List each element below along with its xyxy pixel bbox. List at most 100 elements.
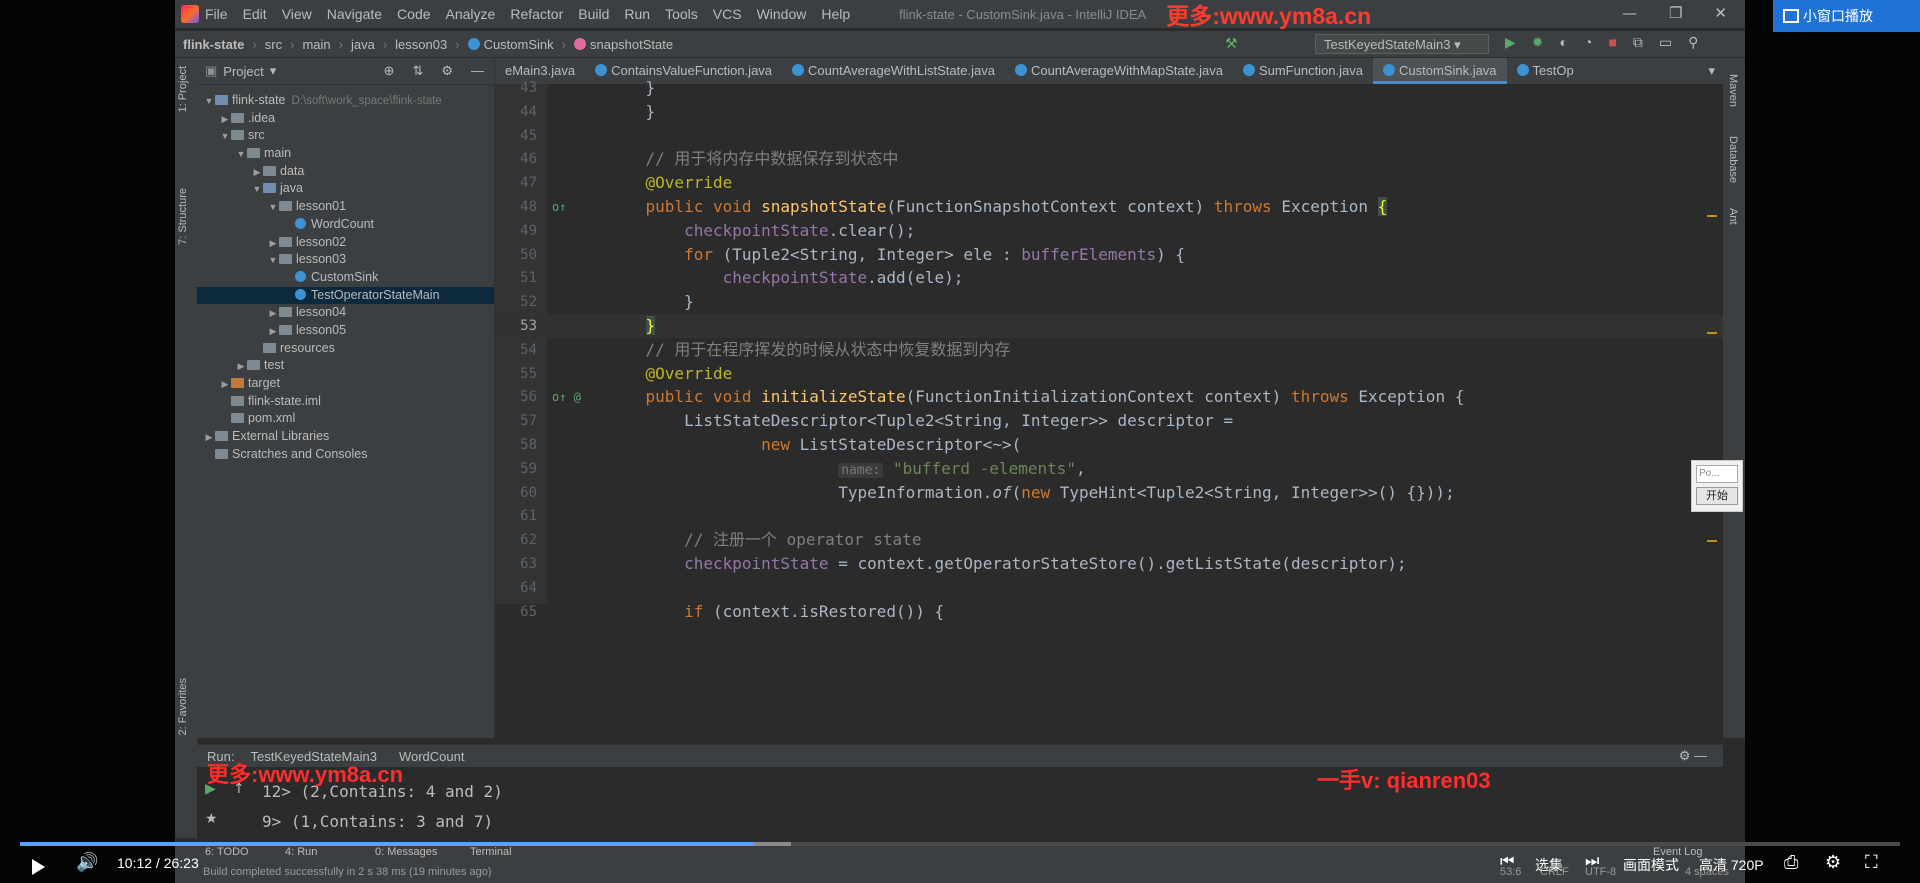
tool-tab-structure[interactable]: 7: Structure [177,188,189,245]
chevron-right-icon[interactable]: ▶ [267,323,279,341]
minimize-icon[interactable]: — [1622,4,1637,22]
chevron-right-icon[interactable]: ▶ [235,358,247,376]
code-line[interactable]: 48 public void snapshotState(FunctionSna… [495,195,1745,219]
tool-tab-database[interactable]: Database [1727,136,1739,183]
override-marker-icon[interactable]: o↑ @ [552,385,581,409]
tree-item[interactable]: Scratches and Consoles [197,446,494,464]
tree-item[interactable]: pom.xml [197,410,494,428]
locate-icon[interactable]: ⊕ [384,63,395,79]
menu-tools[interactable]: Tools [665,6,698,22]
menu-view[interactable]: View [282,6,312,22]
breadcrumb-method[interactable]: snapshotState [573,37,673,52]
project-panel-title[interactable]: Project [223,64,263,79]
code-line[interactable]: 56 public void initializeState(FunctionI… [495,385,1745,409]
menu-vcs[interactable]: VCS [713,6,742,22]
search-icon[interactable]: ⚲ [1688,34,1698,51]
fullscreen-icon[interactable]: ⛶ [1865,852,1878,873]
next-icon[interactable]: ⏭ [1585,853,1599,871]
code-line[interactable]: 63 checkpointState = context.getOperator… [495,552,1745,576]
layout-icon[interactable]: ▭ [1659,34,1672,51]
chevron-down-icon[interactable]: ▼ [203,93,215,111]
chevron-down-icon[interactable]: ▼ [267,199,279,217]
code-line[interactable]: 61 [495,504,1745,528]
tool-tab-maven[interactable]: Maven [1727,74,1739,107]
breadcrumb-lesson03[interactable]: lesson03 [395,37,447,52]
tool-tab-project[interactable]: 1: Project [177,66,189,112]
collapse-icon[interactable]: ⇅ [412,63,423,79]
build-hammer-icon[interactable]: ⚒ [1225,35,1238,52]
tree-item[interactable]: ▶ test [197,357,494,375]
hide-icon[interactable]: — [471,63,484,79]
menu-file[interactable]: File [205,6,228,22]
coverage-icon[interactable]: ◐ [1560,34,1568,51]
code-line[interactable]: 43 } [495,76,1745,100]
code-editor[interactable]: 43 } 44 } 45 46 // 用于将内存中数据保存到状态中 47 @Overri… [495,78,1745,621]
code-line[interactable]: 65 if (context.isRestored()) { [495,600,1745,624]
structure-icon[interactable]: ⧉ [1633,34,1643,51]
tree-item[interactable]: ▶ data [197,163,494,181]
breadcrumb-main[interactable]: main [302,37,330,52]
menu-help[interactable]: Help [821,6,850,22]
mini-window-button[interactable]: 小窗口播放 [1773,0,1920,32]
code-line[interactable]: 64 [495,576,1745,600]
pin-tab-icon[interactable]: ★ [205,811,218,827]
code-line[interactable]: 59 name: "bufferd -elements", [495,457,1745,481]
tree-item[interactable]: WordCount [197,216,494,234]
popup-input[interactable]: Po... [1696,465,1738,483]
tree-item[interactable]: ▼ java [197,180,494,198]
start-button[interactable]: 开始 [1696,487,1738,505]
tool-tab-ant[interactable]: Ant [1727,208,1739,225]
tree-item[interactable]: ▼ lesson01 [197,198,494,216]
tree-item[interactable]: ▶ .idea [197,110,494,128]
chevron-down-icon[interactable]: ▼ [235,146,247,164]
breadcrumb-java[interactable]: java [351,37,375,52]
code-line[interactable]: 58 new ListStateDescriptor<~>( [495,433,1745,457]
menu-refactor[interactable]: Refactor [510,6,563,22]
gear-icon[interactable]: ⚙ [441,63,453,79]
run-config-select[interactable]: TestKeyedStateMain3 ▾ [1315,34,1489,54]
tree-item[interactable]: resources [197,340,494,358]
restore-icon[interactable]: ❐ [1669,4,1682,22]
code-line[interactable]: 50 for (Tuple2<String, Integer> ele : bu… [495,243,1745,267]
tree-item[interactable]: ▶ lesson05 [197,322,494,340]
tree-item[interactable]: ▼ main [197,145,494,163]
code-line[interactable]: 46 // 用于将内存中数据保存到状态中 [495,147,1745,171]
code-line[interactable]: 54 // 用于在程序挥发的时候从状态中恢复数据到内存 [495,338,1745,362]
code-line[interactable]: 51 checkpointState.add(ele); [495,266,1745,290]
code-line[interactable]: 55 @Override [495,362,1745,386]
menu-edit[interactable]: Edit [243,6,267,22]
warning-marker[interactable] [1707,215,1717,217]
menu-build[interactable]: Build [578,6,609,22]
video-progress-bar[interactable] [20,842,1900,846]
tree-item[interactable]: TestOperatorStateMain [197,286,494,305]
run-icon[interactable]: ▶ [1505,34,1516,51]
warning-marker[interactable] [1707,332,1717,334]
code-line[interactable]: 57 ListStateDescriptor<Tuple2<String, In… [495,409,1745,433]
code-line[interactable]: 45 [495,124,1745,148]
menu-navigate[interactable]: Navigate [327,6,382,22]
quality-button[interactable]: 高清 720P [1699,855,1764,875]
code-line[interactable]: 44 } [495,100,1745,124]
run-tab-wordcount[interactable]: WordCount [399,749,465,764]
breadcrumb-class[interactable]: CustomSink [467,37,554,52]
select-episode-button[interactable]: 选集 [1535,855,1563,875]
tree-item[interactable]: ▼ src [197,127,494,145]
tree-item[interactable]: ▶ External Libraries [197,428,494,446]
tree-item[interactable]: ▼ flink-state D:\soft\work_space\flink-sta… [197,92,494,110]
menu-code[interactable]: Code [397,6,430,22]
chevron-down-icon[interactable]: ▼ [251,181,263,199]
chevron-right-icon[interactable]: ▶ [267,305,279,323]
code-line[interactable]: 62 // 注册一个 operator state [495,528,1745,552]
picture-mode-button[interactable]: 画面模式 [1623,855,1679,875]
breadcrumb-project[interactable]: flink-state [183,37,244,52]
screenshot-icon[interactable]: ⎙ [1784,852,1798,873]
debug-icon[interactable]: ✹ [1532,34,1544,51]
menu-run[interactable]: Run [624,6,650,22]
volume-icon[interactable]: 🔊 [76,852,98,873]
profile-icon[interactable]: ◔ [1584,34,1592,51]
tree-item[interactable]: ▶ lesson04 [197,304,494,322]
chevron-down-icon[interactable]: ▼ [267,252,279,270]
play-icon[interactable] [32,859,45,875]
chevron-right-icon[interactable]: ▶ [251,164,263,182]
tool-tab-favorites[interactable]: 2: Favorites [177,678,189,735]
